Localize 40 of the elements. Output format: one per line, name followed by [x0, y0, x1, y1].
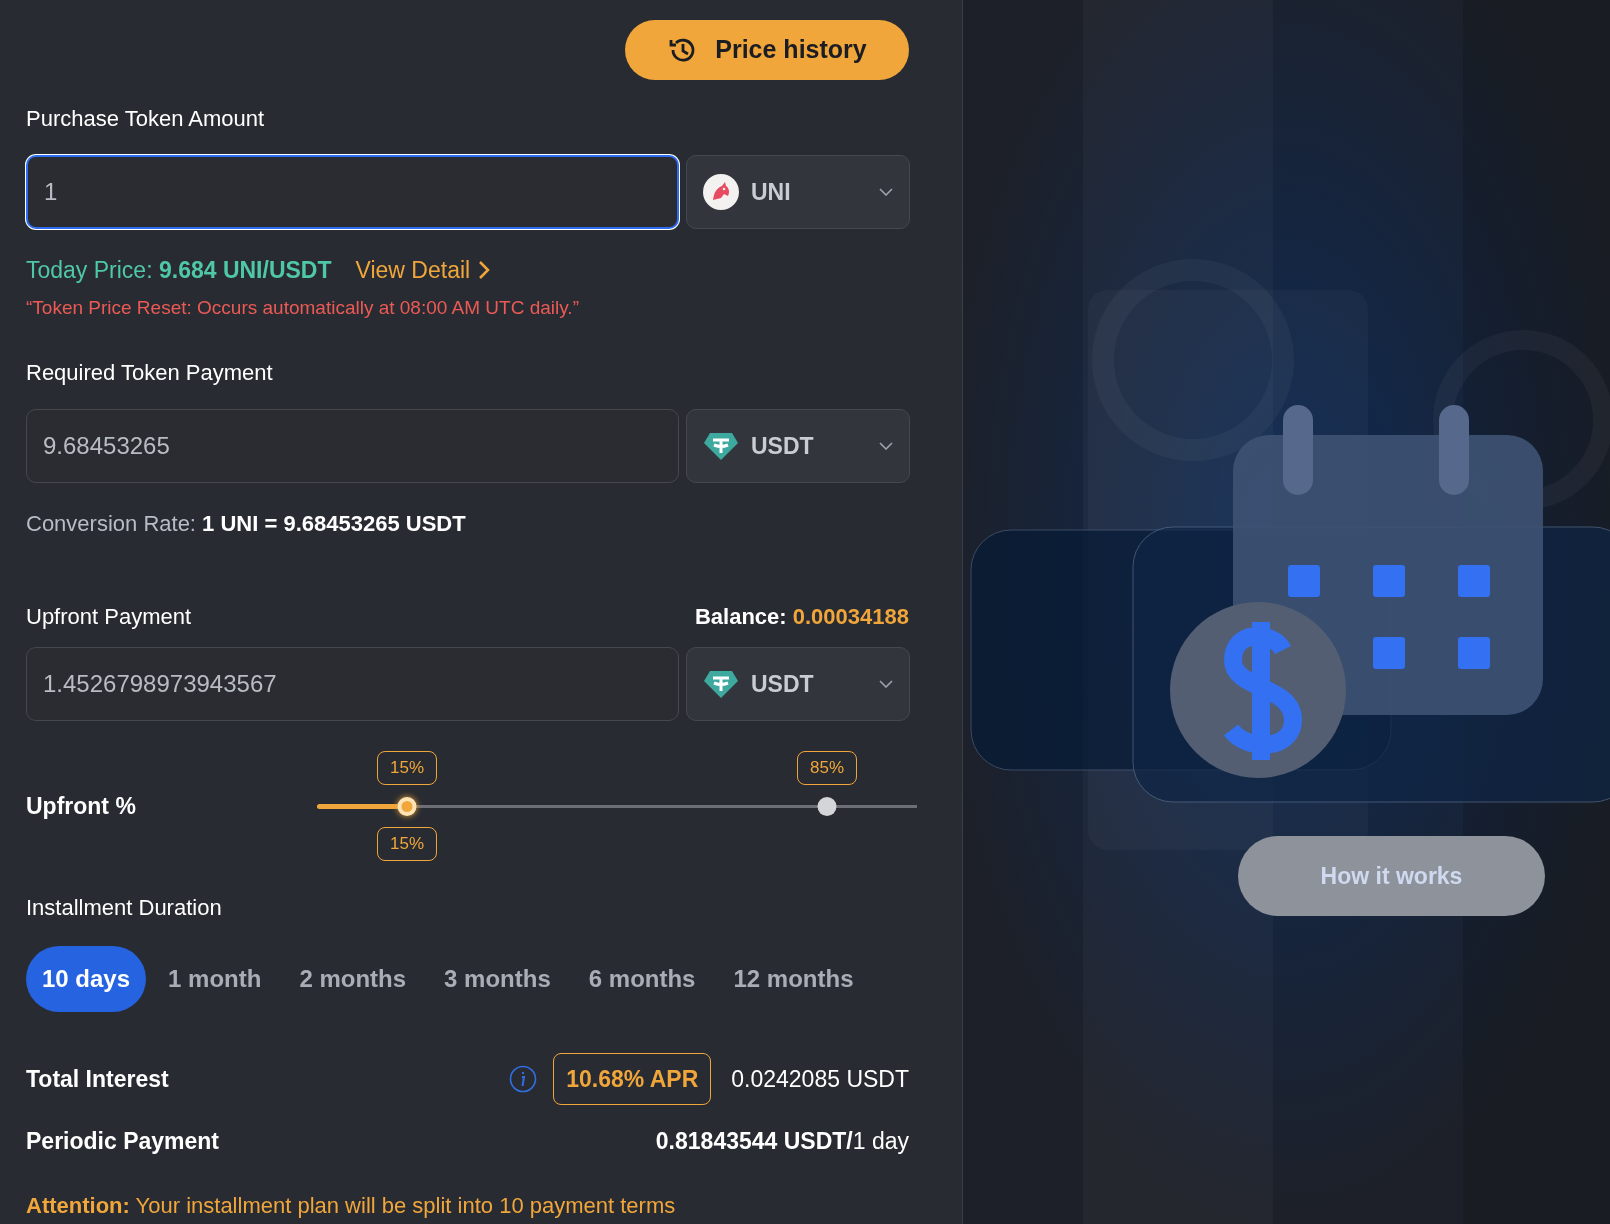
conversion-rate-text: Conversion Rate: 1 UNI = 9.68453265 USDT — [26, 510, 467, 538]
duration-tab[interactable]: 10 days — [26, 946, 147, 1012]
amount-field[interactable]: 9.68453265 — [26, 409, 679, 483]
amount-field[interactable]: 1.4526798973943567 — [26, 647, 679, 721]
balance-text: Balance: 0.00034188 — [694, 603, 909, 631]
amount-field[interactable]: 1 — [26, 155, 679, 229]
token-select[interactable]: USDT — [686, 647, 910, 721]
chevron-down-icon — [879, 188, 893, 196]
token-select[interactable]: USDT — [686, 409, 910, 483]
row-label: Total Interest — [26, 1064, 170, 1094]
today-price-text: Today Price: 9.684 UNI/USDT — [26, 256, 332, 285]
field-label: Purchase Token Amount — [26, 105, 266, 133]
slider-thumb[interactable] — [397, 796, 417, 816]
value-tooltip: 85% — [797, 750, 857, 785]
price-history-button[interactable]: Price history — [625, 20, 909, 80]
value-tooltip: 15% — [377, 750, 437, 785]
row-label: Periodic Payment — [26, 1127, 220, 1156]
info-icon[interactable] — [509, 1065, 538, 1093]
diamond-icon — [703, 431, 739, 461]
token-select[interactable]: UNI — [686, 155, 910, 229]
duration-tab[interactable]: 2 months — [283, 946, 423, 1012]
reset-note: “Token Price Reset: Occurs automatically at 08:00 AM UTC daily.” — [26, 295, 580, 320]
apr-badge: 10.68% APR — [553, 1053, 712, 1105]
chevron-down-icon — [879, 442, 893, 450]
chevron-right-icon — [478, 260, 491, 281]
duration-tab[interactable]: 1 month — [152, 946, 278, 1012]
slider-thumb[interactable] — [817, 796, 837, 816]
interest-value: 0.0242085 USDT — [731, 1064, 909, 1094]
slider-label: Upfront % — [26, 791, 137, 821]
duration-tab[interactable]: 3 months — [428, 946, 567, 1012]
duration-tab[interactable]: 12 months — [717, 946, 870, 1012]
duration-tab[interactable]: 6 months — [572, 946, 712, 1012]
diamond-icon — [703, 669, 739, 699]
field-label: Required Token Payment — [26, 359, 274, 387]
section-label: Installment Duration — [26, 894, 223, 922]
view-detail-link[interactable]: View Detail — [355, 253, 491, 288]
field-label: Upfront Payment — [26, 603, 192, 631]
payment-value: 0.81843544 USDT/1 day — [655, 1127, 909, 1156]
chevron-down-icon — [879, 680, 893, 688]
attention-note: Attention: Your installment plan will be split into 10 payment terms — [26, 1191, 677, 1220]
